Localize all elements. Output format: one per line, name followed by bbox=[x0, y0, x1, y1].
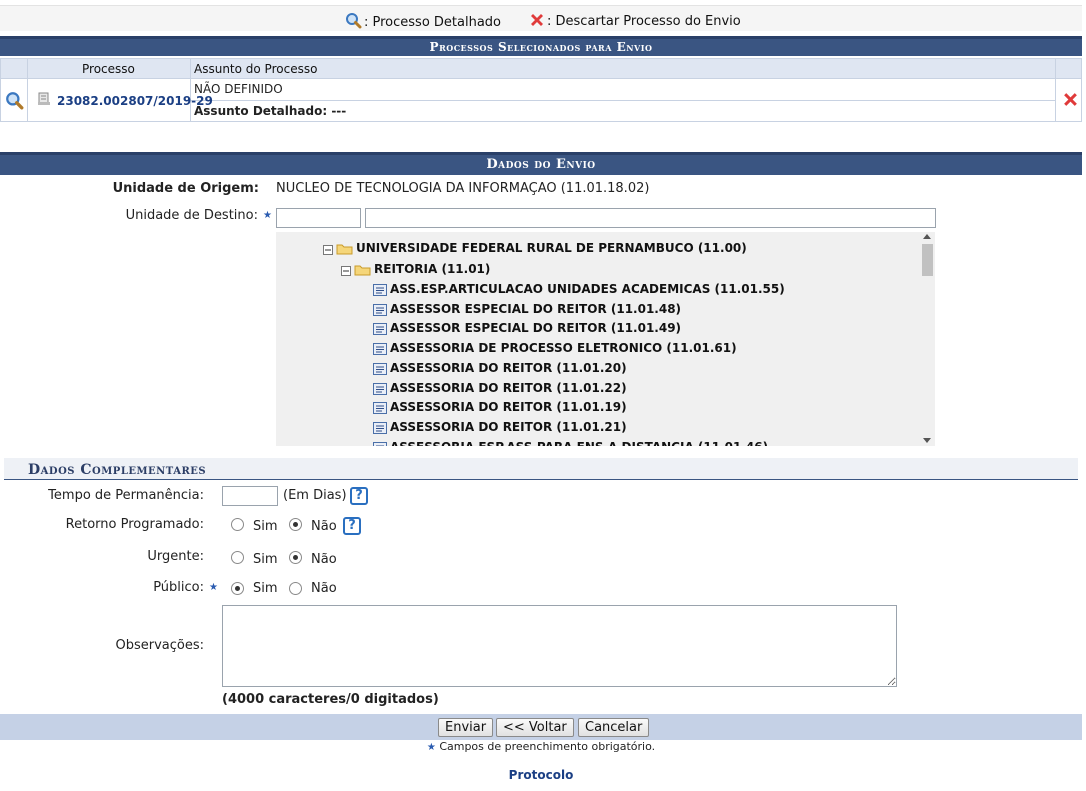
process-number-link[interactable]: 23082.002807/2019-29 bbox=[57, 94, 213, 108]
tree-leaf-label: ASSESSORIA ESP.ASS.PARA ENS.A DISTANCIA … bbox=[390, 440, 768, 446]
origem-value: NUCLEO DE TECNOLOGIA DA INFORMAÇAO (11.0… bbox=[276, 181, 650, 196]
tree-node-reitoria[interactable]: REITORIA (11.01) bbox=[341, 262, 490, 279]
destino-label-text: Unidade de Destino: bbox=[125, 208, 258, 223]
unit-leaf-icon bbox=[373, 303, 387, 319]
legend-descartar-label: : Descartar Processo do Envio bbox=[547, 14, 741, 29]
col-assunto: Assunto do Processo bbox=[194, 62, 318, 76]
red-x-icon bbox=[529, 12, 545, 32]
tempo-unit: (Em Dias) bbox=[283, 488, 347, 503]
legend-detalhado: : Processo Detalhado bbox=[345, 12, 501, 33]
protocolo-link[interactable]: Protocolo bbox=[0, 768, 1082, 782]
tree-node-leaf[interactable]: ASSESSORIA DO REITOR (11.01.19) bbox=[373, 400, 627, 417]
retorno-sim-radio[interactable] bbox=[231, 518, 244, 531]
processos-caption: Processos Selecionados para Envio bbox=[0, 36, 1082, 56]
complementares-caption: Dados Complementares bbox=[4, 458, 1078, 480]
unit-tree[interactable]: UNIVERSIDADE FEDERAL RURAL DE PERNAMBUCO… bbox=[276, 232, 935, 446]
collapse-icon[interactable] bbox=[341, 265, 351, 279]
destino-label: Unidade de Destino: bbox=[0, 208, 258, 223]
char-counter: (4000 caracteres/0 digitados) bbox=[222, 692, 439, 707]
tree-leaf-label: ASS.ESP.ARTICULACAO UNIDADES ACADEMICAS … bbox=[390, 282, 785, 296]
publico-nao-label: Não bbox=[311, 581, 337, 596]
retorno-label: Retorno Programado: bbox=[65, 517, 204, 532]
tree-root-label: UNIVERSIDADE FEDERAL RURAL DE PERNAMBUCO… bbox=[356, 241, 747, 255]
tree-leaf-label: ASSESSORIA DO REITOR (11.01.21) bbox=[390, 419, 627, 434]
required-star-icon: ★ bbox=[263, 210, 272, 221]
required-star-icon: ★ bbox=[426, 742, 436, 753]
view-process-icon[interactable] bbox=[5, 91, 24, 113]
collapse-icon[interactable] bbox=[323, 244, 333, 258]
urgente-nao-label: Não bbox=[311, 552, 337, 567]
process-subject-detail: Assunto Detalhado: --- bbox=[194, 104, 347, 118]
tree-node-leaf[interactable]: ASSESSORIA DO REITOR (11.01.21) bbox=[373, 420, 627, 437]
envio-caption: Dados do Envio bbox=[0, 152, 1082, 175]
tempo-label: Tempo de Permanência: bbox=[48, 488, 204, 503]
magnifier-icon bbox=[345, 12, 362, 33]
help-icon[interactable]: ? bbox=[350, 487, 368, 505]
unit-leaf-icon bbox=[373, 382, 387, 398]
process-document-icon bbox=[37, 92, 51, 109]
tree-node-leaf[interactable]: ASSESSORIA ESP.ASS.PARA ENS.A DISTANCIA … bbox=[373, 440, 768, 446]
col-processo: Processo bbox=[82, 62, 135, 76]
required-note: ★ Campos de preenchimento obrigatório. bbox=[0, 740, 1082, 753]
tree-node-leaf[interactable]: ASSESSOR ESPECIAL DO REITOR (11.01.48) bbox=[373, 302, 681, 319]
retorno-nao-label: Não bbox=[311, 519, 337, 534]
unit-leaf-icon bbox=[373, 343, 387, 358]
tree-leaf-label: ASSESSORIA DO REITOR (11.01.22) bbox=[390, 380, 627, 395]
voltar-button[interactable]: << Voltar bbox=[496, 718, 574, 737]
publico-nao-radio[interactable] bbox=[289, 582, 302, 595]
legend-bar: : Processo Detalhado : Descartar Process… bbox=[0, 5, 1082, 31]
legend-descartar: : Descartar Processo do Envio bbox=[529, 12, 741, 32]
tree-node-leaf[interactable]: ASSESSORIA DO REITOR (11.01.20) bbox=[373, 361, 627, 378]
cancelar-button[interactable]: Cancelar bbox=[578, 718, 650, 737]
enviar-button[interactable]: Enviar bbox=[438, 718, 494, 737]
table-row: 23082.002807/2019-29 NÃO DEFINIDO Assunt… bbox=[0, 79, 1082, 122]
origem-label: Unidade de Origem: bbox=[112, 181, 259, 196]
discard-process-icon[interactable] bbox=[1062, 91, 1079, 111]
required-note-text: Campos de preenchimento obrigatório. bbox=[439, 740, 656, 753]
unit-leaf-icon bbox=[373, 441, 387, 446]
tree-node-root[interactable]: UNIVERSIDADE FEDERAL RURAL DE PERNAMBUCO… bbox=[323, 241, 747, 258]
scroll-up-icon[interactable] bbox=[923, 234, 931, 239]
tree-node-leaf[interactable]: ASSESSORIA DO REITOR (11.01.22) bbox=[373, 381, 627, 398]
required-star-icon: ★ bbox=[209, 582, 218, 593]
obs-textarea[interactable] bbox=[222, 605, 897, 687]
unit-leaf-icon bbox=[373, 421, 387, 437]
urgente-nao-radio[interactable] bbox=[289, 551, 302, 564]
tree-leaf-label: ASSESSOR ESPECIAL DO REITOR (11.01.48) bbox=[390, 301, 682, 316]
tree-leaf-label: ASSESSOR ESPECIAL DO REITOR (11.01.49) bbox=[390, 321, 682, 336]
retorno-sim-label: Sim bbox=[253, 519, 278, 534]
publico-sim-label: Sim bbox=[253, 581, 278, 596]
unit-leaf-icon bbox=[373, 323, 387, 338]
tree-leaf-label: ASSESSORIA DO REITOR (11.01.19) bbox=[390, 400, 627, 415]
destino-code-input[interactable] bbox=[276, 208, 361, 228]
tempo-input[interactable] bbox=[222, 486, 278, 506]
folder-open-icon bbox=[354, 263, 371, 279]
action-bar: Enviar << Voltar Cancelar bbox=[0, 714, 1082, 740]
urgente-sim-radio[interactable] bbox=[231, 551, 244, 564]
obs-label: Observações: bbox=[115, 638, 204, 653]
publico-sim-radio[interactable] bbox=[231, 582, 244, 595]
help-icon[interactable]: ? bbox=[343, 517, 361, 535]
retorno-nao-radio[interactable] bbox=[289, 518, 302, 531]
tree-node-leaf[interactable]: ASS.ESP.ARTICULACAO UNIDADES ACADEMICAS … bbox=[373, 282, 785, 299]
processos-table-header: Processo Assunto do Processo bbox=[0, 58, 1082, 80]
tree-node-leaf[interactable]: ASSESSORIA DE PROCESSO ELETRONICO (11.01… bbox=[373, 341, 737, 358]
tree-scrollbar[interactable] bbox=[920, 232, 935, 446]
scroll-down-icon[interactable] bbox=[923, 438, 931, 443]
unit-leaf-icon bbox=[373, 362, 387, 378]
urgente-sim-label: Sim bbox=[253, 552, 278, 567]
urgente-label: Urgente: bbox=[147, 549, 204, 564]
process-subject: NÃO DEFINIDO bbox=[194, 82, 283, 96]
legend-detalhado-label: : Processo Detalhado bbox=[364, 15, 502, 30]
tree-leaf-label: ASSESSORIA DO REITOR (11.01.20) bbox=[390, 360, 627, 375]
tree-child-label: REITORIA (11.01) bbox=[374, 262, 491, 276]
scroll-thumb[interactable] bbox=[922, 244, 933, 276]
tree-leaf-label: ASSESSORIA DE PROCESSO ELETRONICO (11.01… bbox=[390, 341, 737, 356]
unit-leaf-icon bbox=[373, 284, 387, 299]
unit-leaf-icon bbox=[373, 402, 387, 417]
publico-label: Público: bbox=[153, 580, 204, 595]
destino-name-input[interactable] bbox=[365, 208, 936, 228]
tree-node-leaf[interactable]: ASSESSOR ESPECIAL DO REITOR (11.01.49) bbox=[373, 321, 681, 338]
folder-open-icon bbox=[336, 242, 353, 258]
